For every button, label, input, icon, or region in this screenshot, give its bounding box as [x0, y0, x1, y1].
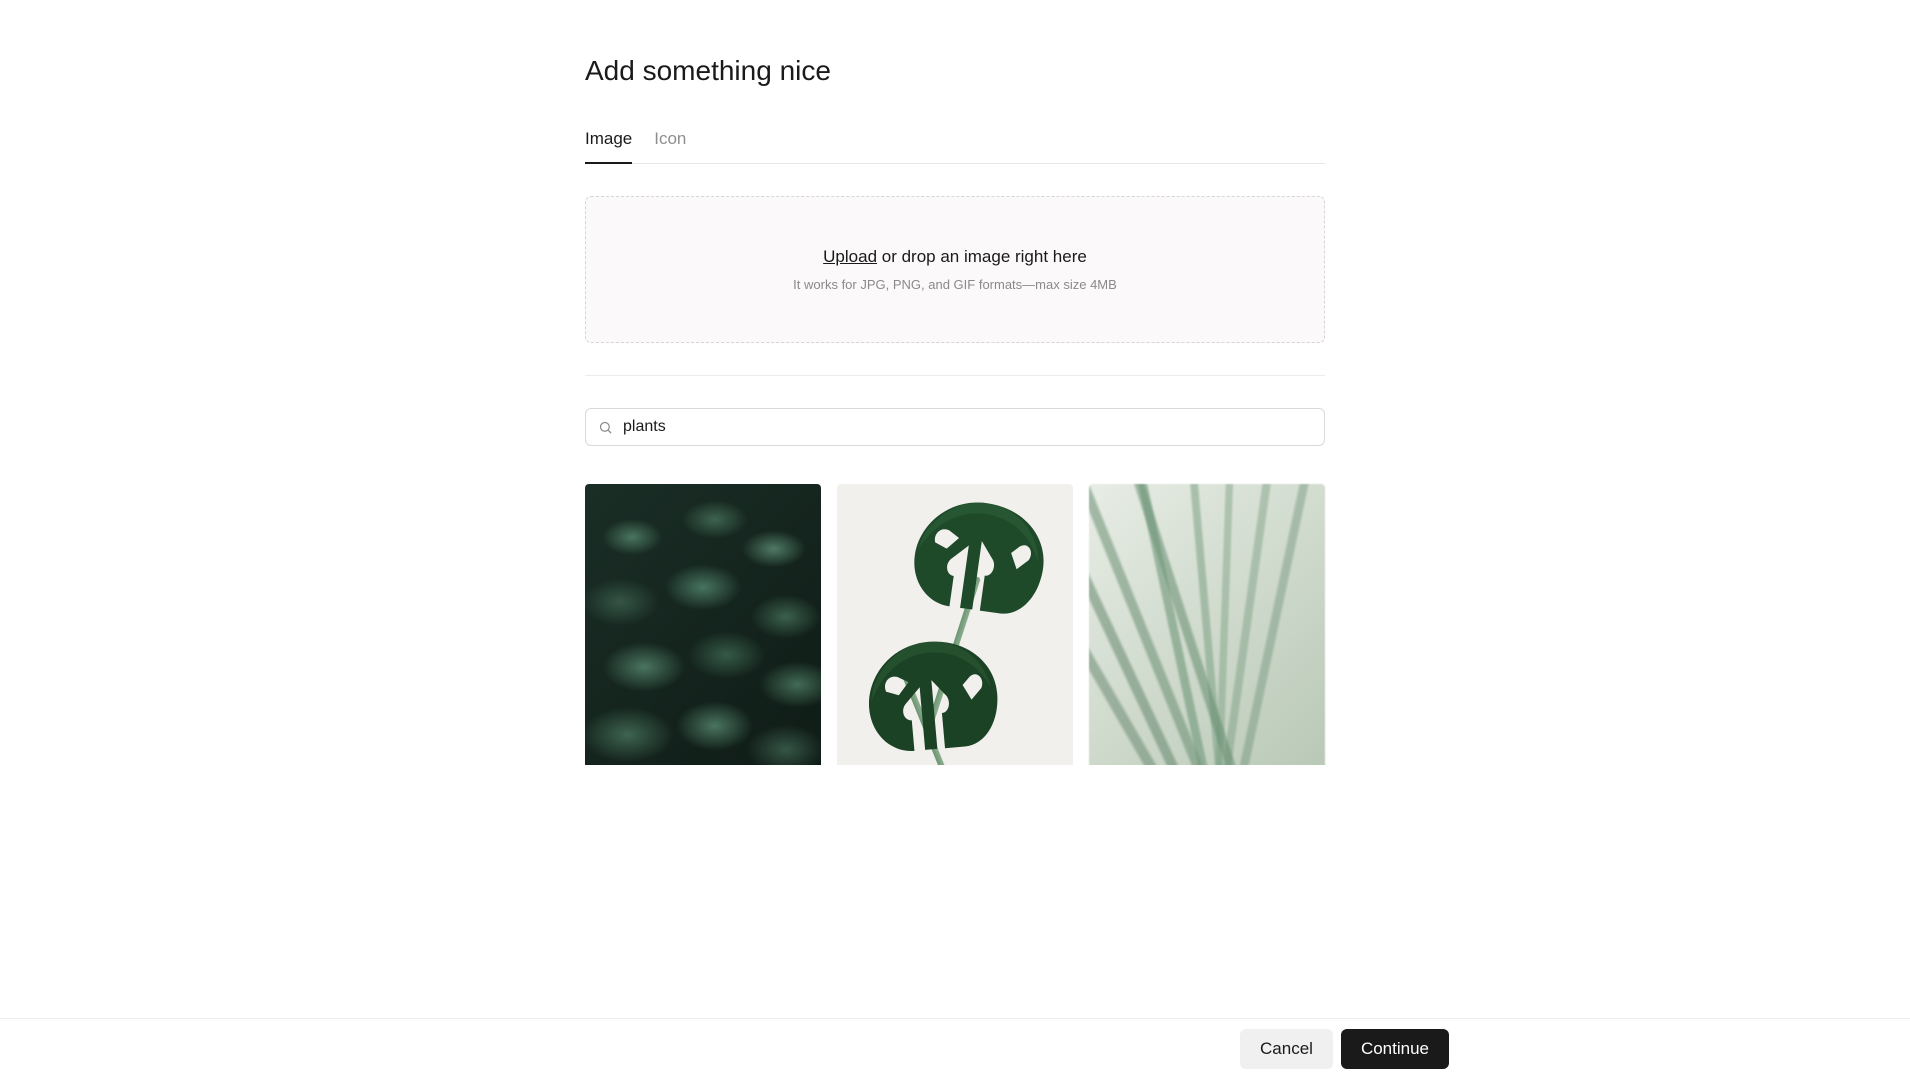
result-tile[interactable] [837, 484, 1073, 765]
main-container: Add something nice Image Icon Upload or … [585, 0, 1325, 765]
result-tile[interactable] [1089, 484, 1325, 765]
upload-link[interactable]: Upload [823, 247, 877, 266]
divider [585, 375, 1325, 376]
continue-button[interactable]: Continue [1341, 1029, 1449, 1069]
plant-leaf [850, 622, 1014, 765]
plant-leaf [895, 484, 1065, 633]
results-grid [585, 484, 1325, 765]
tabs: Image Icon [585, 129, 1325, 164]
search-wrap [585, 408, 1325, 446]
footer-bar: Cancel Continue [0, 1018, 1910, 1079]
tab-image[interactable]: Image [585, 129, 632, 163]
page-title: Add something nice [585, 55, 1325, 87]
tab-icon[interactable]: Icon [654, 129, 686, 163]
dropzone-main-suffix: or drop an image right here [877, 247, 1087, 266]
dropzone-main-text: Upload or drop an image right here [606, 247, 1304, 267]
dropzone-sub-text: It works for JPG, PNG, and GIF formats—m… [606, 277, 1304, 292]
result-tile[interactable] [585, 484, 821, 765]
search-input[interactable] [623, 418, 1312, 436]
upload-dropzone[interactable]: Upload or drop an image right here It wo… [585, 196, 1325, 343]
search-icon [598, 420, 613, 435]
cancel-button[interactable]: Cancel [1240, 1029, 1333, 1069]
